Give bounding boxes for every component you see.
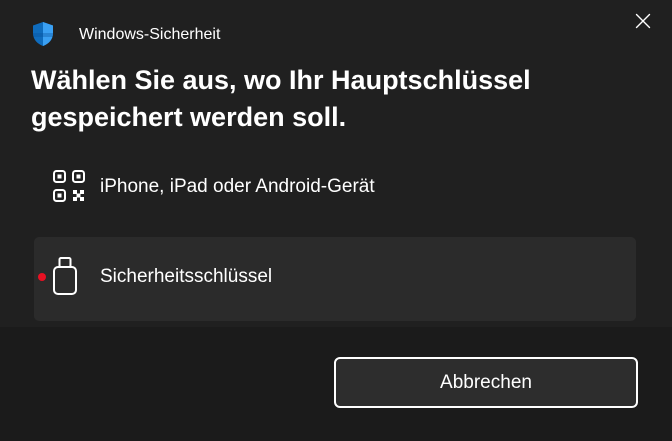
option-phone-device[interactable]: iPhone, iPad oder Android-Gerät bbox=[34, 152, 636, 222]
close-button[interactable] bbox=[626, 6, 660, 40]
shield-icon bbox=[31, 21, 55, 47]
cancel-button[interactable]: Abbrechen bbox=[334, 357, 638, 408]
dialog-footer: Abbrechen bbox=[0, 327, 672, 441]
windows-security-dialog: Windows-Sicherheit Wählen Sie aus, wo Ih… bbox=[0, 0, 672, 441]
option-label: iPhone, iPad oder Android-Gerät bbox=[100, 176, 375, 197]
qr-code-icon bbox=[52, 169, 86, 203]
option-label: Sicherheitsschlüssel bbox=[100, 266, 273, 287]
close-icon bbox=[635, 13, 651, 34]
dialog-heading: Wählen Sie aus, wo Ihr Hauptschlüssel ge… bbox=[31, 65, 531, 132]
selection-indicator-dot bbox=[38, 273, 46, 281]
usb-security-key-icon bbox=[52, 257, 78, 295]
app-title: Windows-Sicherheit bbox=[79, 26, 221, 43]
option-security-key[interactable]: Sicherheitsschlüssel bbox=[34, 237, 636, 321]
title-bar: Windows-Sicherheit bbox=[0, 0, 672, 60]
